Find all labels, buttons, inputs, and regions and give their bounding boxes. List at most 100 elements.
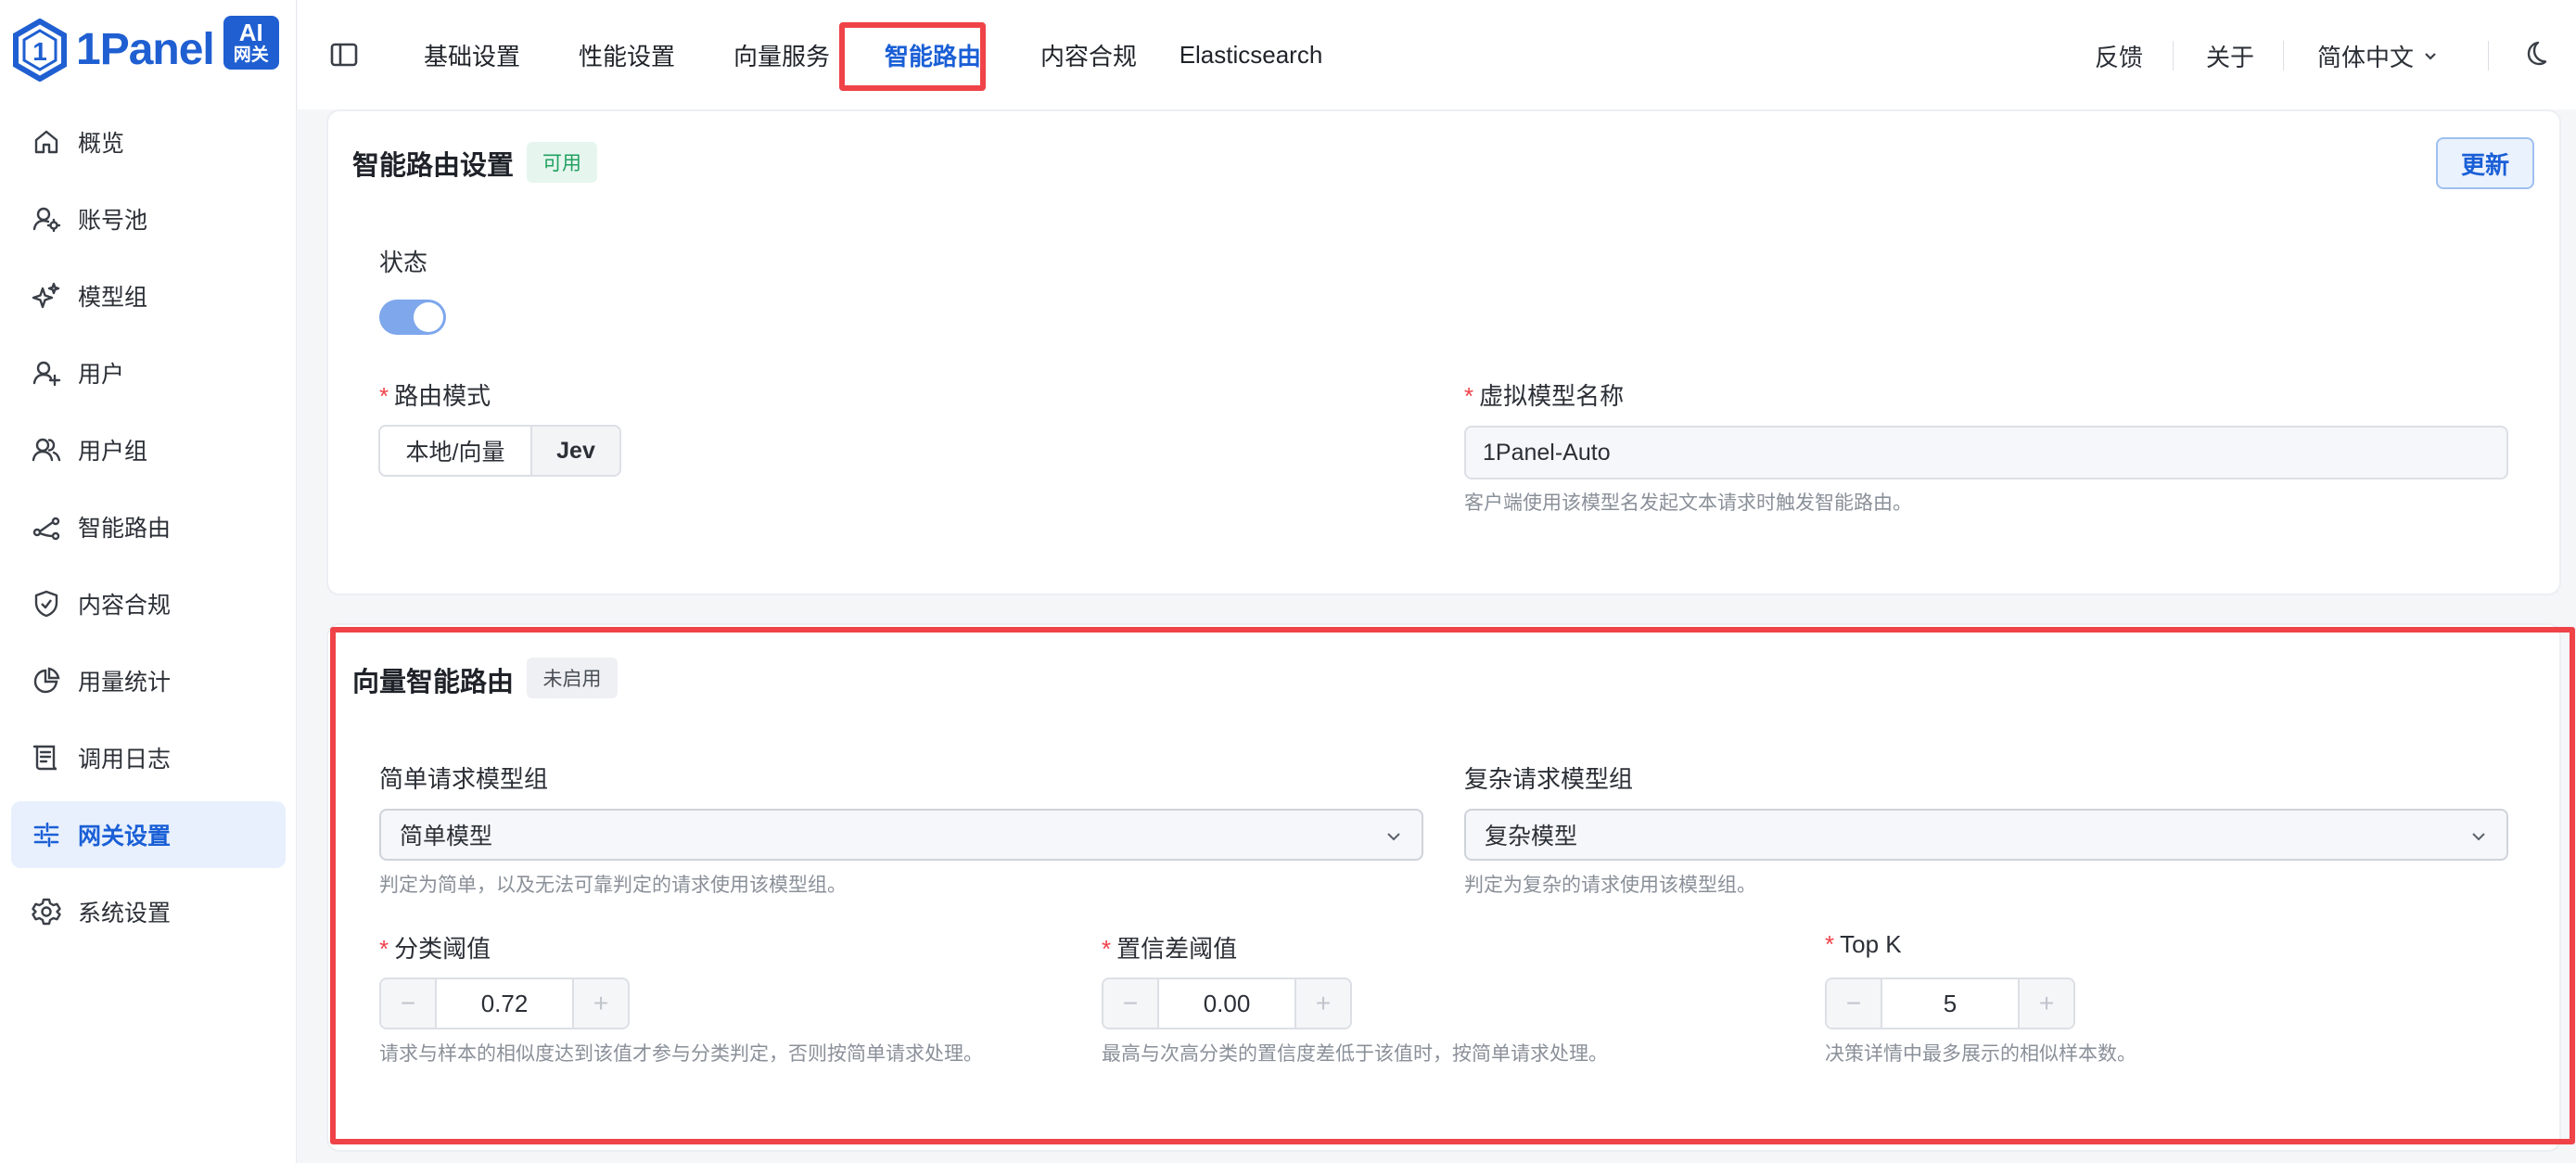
virtual-model-label: * 虚拟模型名称 (1464, 382, 1625, 410)
top-k-label-text: Top K (1840, 930, 1902, 958)
complex-model-group-value: 复杂模型 (1485, 824, 1578, 850)
complex-model-group-hint: 判定为复杂的请求使用该模型组。 (1464, 875, 1756, 896)
home-icon (34, 130, 58, 154)
status-toggle[interactable] (379, 300, 446, 335)
sidebar-item-users[interactable]: 用户 (11, 339, 286, 406)
confidence-gap-label: * 置信差阈值 (1102, 935, 1238, 963)
complex-model-group-select[interactable]: 复杂模型 (1464, 809, 2508, 861)
confidence-gap-label-text: 置信差阈值 (1116, 935, 1238, 963)
routing-mode-label-text: 路由模式 (394, 382, 491, 410)
logo-text: 1Panel (76, 25, 215, 74)
routing-card-title: 智能路由设置 (352, 151, 515, 181)
chevron-down-icon (2472, 833, 2485, 841)
update-button[interactable]: 更新 (2436, 137, 2534, 189)
sidebar: 1 1Panel AI 网关 概览 账号池 模型组 用户 用户组 智能路由 内容… (0, 0, 297, 1163)
increment-button[interactable]: + (1294, 979, 1350, 1028)
sidebar-item-call-logs[interactable]: 调用日志 (11, 724, 286, 791)
language-selector[interactable]: 简体中文 (2317, 35, 2440, 76)
increment-button[interactable]: + (572, 979, 628, 1028)
log-scroll-icon (32, 745, 57, 771)
status-badge-available: 可用 (527, 142, 597, 183)
routing-mode-option-jev[interactable]: Jev (532, 427, 619, 475)
top-bar: 基础设置 性能设置 向量服务 智能路由 内容合规 Elasticsearch 反… (298, 0, 2576, 109)
top-k-value[interactable]: 5 (1882, 979, 2018, 1028)
logo-hexagon-icon: 1 (13, 19, 67, 82)
logo-badge-gateway: 网关 (233, 45, 269, 65)
sliders-icon (33, 822, 59, 848)
virtual-model-input[interactable]: 1Panel-Auto (1464, 426, 2508, 479)
status-badge-disabled: 未启用 (527, 658, 618, 698)
moon-icon[interactable] (2519, 39, 2549, 69)
simple-model-group-value: 简单模型 (400, 824, 493, 850)
sidebar-item-label: 系统设置 (78, 901, 172, 927)
routing-mode-segmented: 本地/向量 Jev (378, 425, 621, 477)
virtual-model-label-text: 虚拟模型名称 (1479, 382, 1625, 410)
chevron-down-icon (1387, 833, 1400, 841)
decrement-button[interactable]: − (1103, 979, 1159, 1028)
tab-vector-service[interactable]: 向量服务 (712, 33, 851, 76)
about-link[interactable]: 关于 (2206, 35, 2254, 76)
sidebar-item-overview[interactable]: 概览 (11, 109, 286, 175)
sidebar-item-label: 调用日志 (78, 747, 172, 773)
sidebar-item-account-pool[interactable]: 账号池 (11, 185, 286, 252)
simple-model-group-select[interactable]: 简单模型 (379, 809, 1423, 861)
feedback-link[interactable]: 反馈 (2095, 35, 2143, 76)
logo-badge: AI 网关 (223, 16, 279, 70)
account-pool-icon (32, 207, 61, 233)
confidence-gap-hint: 最高与次高分类的置信度差低于该值时，按简单请求处理。 (1102, 1043, 1608, 1065)
simple-model-group-label: 简单请求模型组 (379, 765, 549, 793)
tab-performance-settings[interactable]: 性能设置 (559, 33, 695, 76)
virtual-model-hint: 客户端使用该模型名发起文本请求时触发智能路由。 (1464, 492, 1912, 514)
user-add-icon (32, 361, 61, 387)
decrement-button[interactable]: − (1827, 979, 1882, 1028)
top-k-stepper[interactable]: − 5 + (1825, 978, 2075, 1029)
users-icon (32, 438, 61, 462)
sidebar-item-gateway-settings[interactable]: 网关设置 (11, 801, 286, 868)
gear-icon (32, 898, 61, 926)
logo-badge-ai: AI (238, 19, 263, 47)
sidebar-item-label: 智能路由 (78, 516, 172, 542)
top-bar-divider (2488, 41, 2489, 70)
decrement-button[interactable]: − (381, 979, 437, 1028)
sparkle-icon (32, 282, 60, 309)
logo[interactable]: 1 1Panel AI 网关 (13, 16, 279, 82)
sidebar-item-label: 概览 (78, 131, 125, 157)
status-label: 状态 (379, 249, 428, 276)
confidence-gap-stepper[interactable]: − 0.00 + (1102, 978, 1352, 1029)
tab-content-compliance[interactable]: 内容合规 (1019, 33, 1158, 76)
sidebar-item-user-groups[interactable]: 用户组 (11, 416, 286, 483)
toggle-knob (414, 302, 443, 332)
sidebar-item-label: 用户组 (78, 439, 148, 465)
chevron-down-icon (2425, 53, 2436, 60)
sidebar-item-content-compliance[interactable]: 内容合规 (11, 570, 286, 637)
threshold-stepper[interactable]: − 0.72 + (379, 978, 630, 1029)
route-icon (32, 517, 60, 541)
simple-model-group-hint: 判定为简单，以及无法可靠判定的请求使用该模型组。 (379, 875, 847, 896)
sidebar-item-model-groups[interactable]: 模型组 (11, 262, 286, 329)
confidence-gap-value[interactable]: 0.00 (1159, 979, 1294, 1028)
top-k-label: * Top K (1825, 930, 1902, 958)
sidebar-item-label: 用户 (78, 362, 125, 388)
sidebar-item-label: 网关设置 (78, 824, 172, 850)
top-bar-divider (2173, 41, 2174, 70)
routing-settings-card (326, 109, 2561, 595)
increment-button[interactable]: + (2018, 979, 2073, 1028)
vector-card-title: 向量智能路由 (352, 668, 515, 697)
sidebar-item-usage-stats[interactable]: 用量统计 (11, 647, 286, 714)
routing-mode-option-local[interactable]: 本地/向量 (380, 427, 532, 475)
sidebar-item-label: 内容合规 (78, 593, 172, 619)
routing-mode-label: * 路由模式 (379, 382, 491, 410)
sidebar-item-smart-routing[interactable]: 智能路由 (11, 493, 286, 560)
sidebar-item-label: 模型组 (78, 285, 148, 311)
sidebar-nav: 概览 账号池 模型组 用户 用户组 智能路由 内容合规 用量统计 调用日志 网关… (11, 109, 286, 955)
sidebar-item-system-settings[interactable]: 系统设置 (11, 878, 286, 945)
sidebar-toggle-icon[interactable] (328, 39, 360, 70)
language-label: 简体中文 (2317, 43, 2415, 71)
sidebar-item-label: 账号池 (78, 208, 148, 234)
svg-text:1: 1 (32, 37, 47, 66)
pie-chart-icon (33, 667, 60, 694)
top-k-hint: 决策详情中最多展示的相似样本数。 (1825, 1043, 2136, 1065)
tab-elasticsearch[interactable]: Elasticsearch (1172, 33, 1330, 76)
threshold-value[interactable]: 0.72 (437, 979, 572, 1028)
tab-basic-settings[interactable]: 基础设置 (407, 33, 537, 76)
